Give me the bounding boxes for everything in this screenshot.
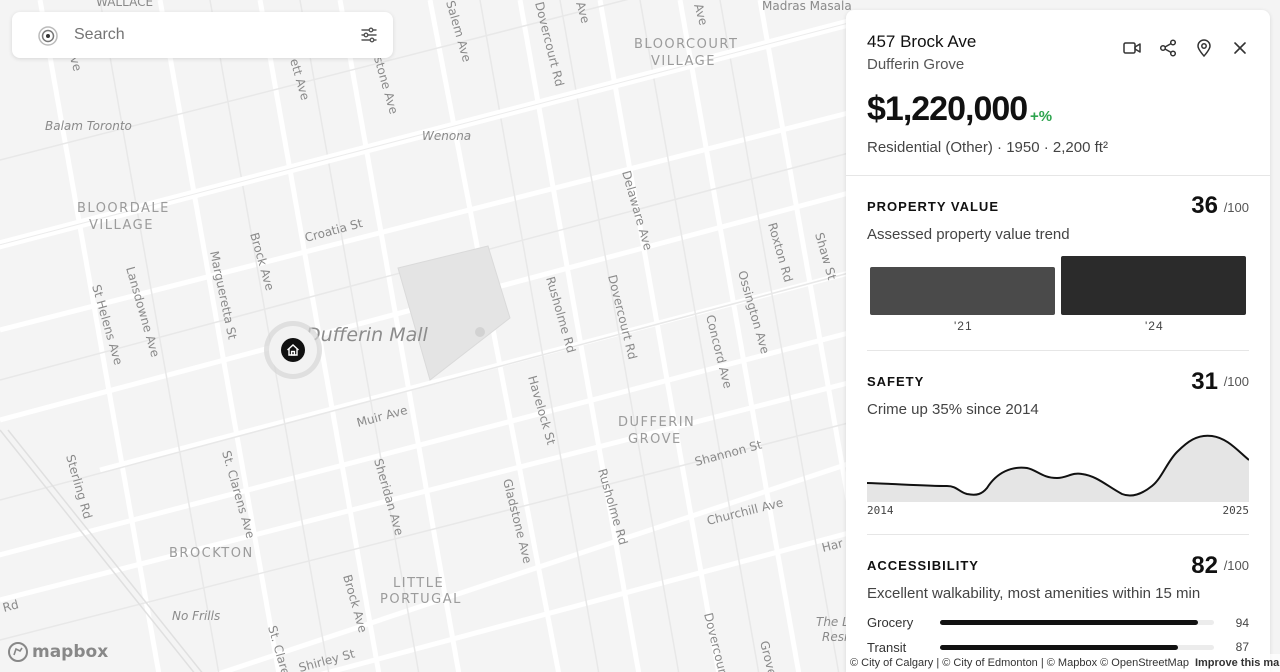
map-label-bloorcourt: BLOORCOURT [634,37,738,52]
map-label-bloorcourt-village: VILLAGE [651,54,716,69]
property-value-title: PROPERTY VALUE [867,199,999,214]
section-divider [867,350,1249,351]
close-icon[interactable] [1230,38,1250,58]
search-bar[interactable] [12,12,393,58]
property-neighbourhood: Dufferin Grove [867,56,965,73]
map-label-grove: GROVE [628,432,682,447]
price-change: +% [1030,108,1053,125]
panel-actions [1122,38,1250,58]
property-value-outof: /100 [1223,200,1249,215]
value-bar-2024 [1061,256,1246,315]
safety-outof: /100 [1223,374,1249,389]
map-label-wallace: WALLACE [96,0,153,9]
map-label-brockton: BROCKTON [169,546,254,561]
value-bar-label-2024: '24 [1145,319,1164,333]
map-attribution: © City of Calgary | © City of Edmonton |… [846,654,1280,672]
property-value-chart [870,255,1246,315]
accessibility-subtitle: Excellent walkability, most amenities wi… [867,585,1201,602]
target-logo-icon [38,26,58,46]
map-label-bloordale: BLOORDALE [77,201,170,216]
map-label-no-frills: No Frills [172,609,220,623]
safety-axis-start: 2014 [867,504,894,517]
map-label-dufferin-mall: Dufferin Mall [306,324,429,346]
property-value-subtitle: Assessed property value trend [867,226,1070,243]
attribution-text[interactable]: © City of Calgary | © City of Edmonton |… [850,657,1189,669]
map-label-dufferin: DUFFERIN [618,415,695,430]
property-price: $1,220,000 [867,90,1028,128]
safety-trend-chart [867,434,1249,502]
section-divider [867,534,1249,535]
map-label-madras-masala: Madras Masala [762,0,852,13]
accessibility-title: ACCESSIBILITY [867,558,979,573]
map-label-resi: Resi [822,630,848,644]
mapbox-logo-icon [8,642,28,662]
improve-map-link[interactable]: Improve this map [1195,657,1280,669]
share-icon[interactable] [1158,38,1178,58]
property-details: Residential (Other) · 1950 · 2,200 ft² [867,139,1108,156]
accessibility-bar-track [940,620,1214,625]
map-label-bloordale-village: VILLAGE [89,218,154,233]
mapbox-logo[interactable]: mapbox [8,642,108,662]
video-icon[interactable] [1122,38,1142,58]
accessibility-row-value: 87 [1235,640,1249,654]
value-bar-2021 [870,267,1055,315]
header-divider [846,175,1270,176]
accessibility-row-label: Transit [867,640,907,655]
safety-title: SAFETY [867,374,925,389]
value-bar-label-2021: '21 [954,319,973,333]
property-pin-marker[interactable] [263,320,323,380]
accessibility-score: 82 [1191,552,1218,579]
map-label-little: LITTLE [393,576,444,591]
map-label-balam-toronto: Balam Toronto [45,119,132,133]
safety-trend-area [867,435,1249,502]
map-pin-icon[interactable] [1194,38,1214,58]
accessibility-bar-transit [940,645,1179,650]
accessibility-outof: /100 [1223,558,1249,573]
accessibility-row-label: Grocery [867,615,914,630]
search-input[interactable] [72,25,336,45]
sliders-icon[interactable] [360,26,378,44]
accessibility-bar-track [940,645,1214,650]
accessibility-row-value: 94 [1235,616,1249,630]
safety-subtitle: Crime up 35% since 2014 [867,401,1039,418]
property-address: 457 Brock Ave [867,32,977,51]
property-detail-panel: 457 Brock Ave Dufferin Grove $1,220,000 … [846,10,1270,672]
map-label-portugal: PORTUGAL [380,592,462,607]
accessibility-bar-grocery [940,620,1198,625]
mapbox-logo-text: mapbox [32,642,109,662]
safety-axis-end: 2025 [1222,504,1250,517]
map-label-wenona: Wenona [422,129,471,143]
safety-score: 31 [1191,368,1218,395]
property-value-score: 36 [1191,192,1218,219]
map-label-the-l: The L [816,615,849,629]
